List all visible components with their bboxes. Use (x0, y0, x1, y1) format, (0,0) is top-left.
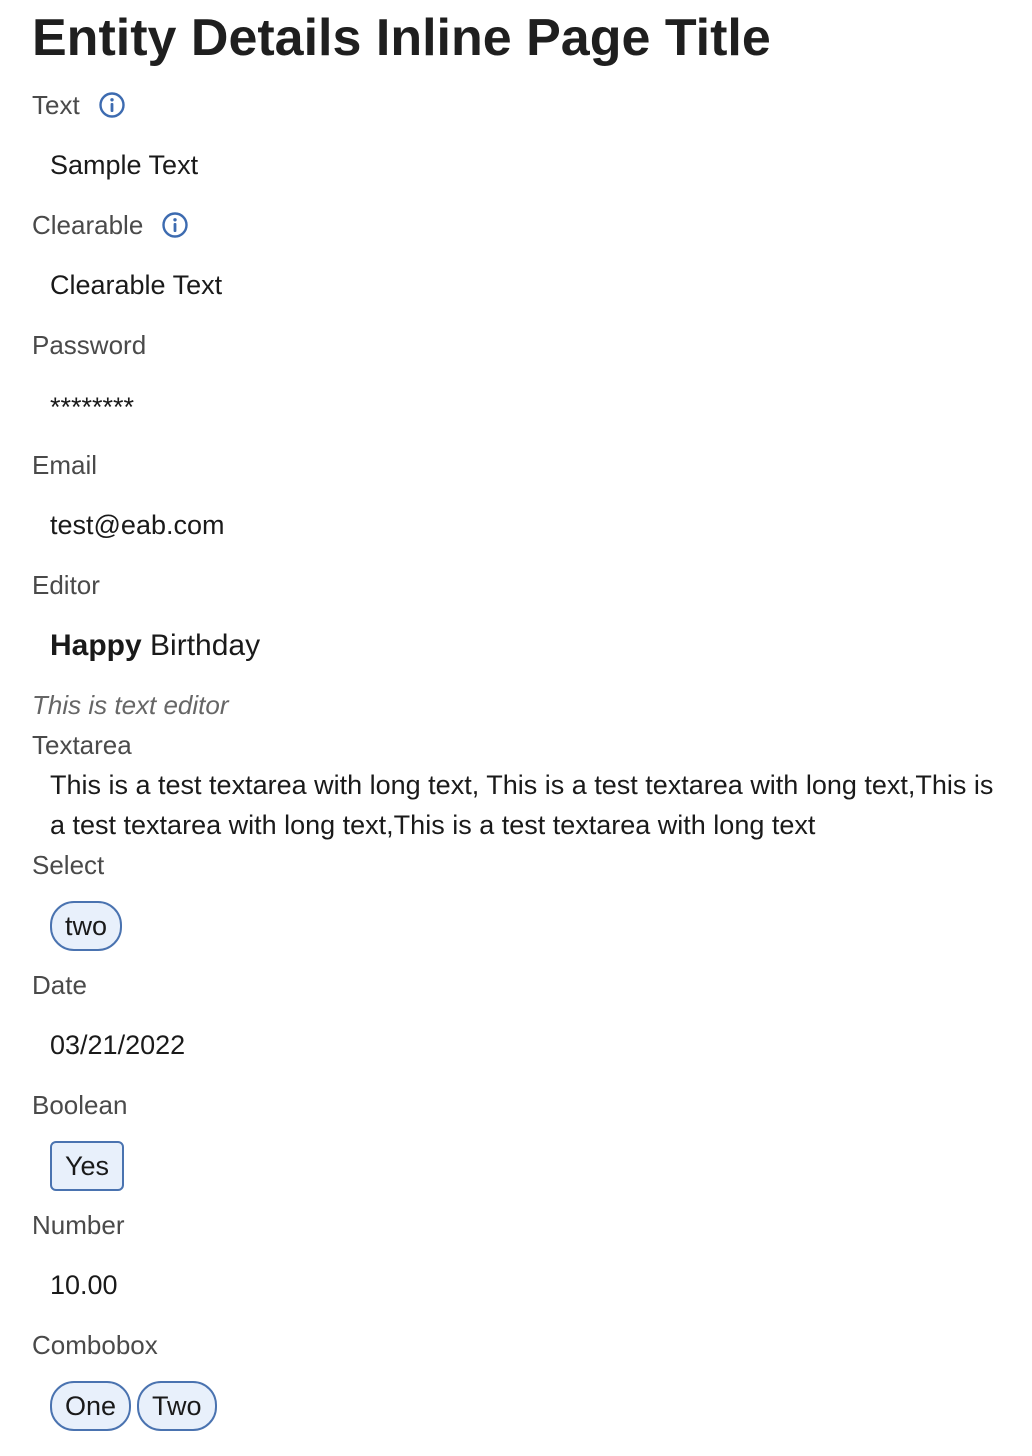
select-chip[interactable]: two (50, 901, 123, 951)
boolean-value[interactable]: Yes (50, 1141, 130, 1191)
number-label: Number (32, 1210, 125, 1240)
boolean-label: Boolean (32, 1090, 128, 1120)
number-value[interactable]: 10.00 (50, 1265, 118, 1305)
combobox-chip[interactable]: Two (137, 1381, 217, 1431)
combobox-chip[interactable]: One (50, 1381, 132, 1431)
boolean-chip[interactable]: Yes (50, 1141, 125, 1191)
editor-bold-text: Happy (50, 629, 142, 662)
combobox-value[interactable]: One Two (50, 1381, 223, 1431)
clearable-value[interactable]: Clearable Text (50, 265, 222, 305)
editor-hint: This is text editor (32, 690, 229, 720)
date-label: Date (32, 970, 87, 1000)
editor-plain-text: Birthday (141, 629, 261, 662)
clearable-label: Clearable (32, 210, 144, 240)
email-label: Email (32, 450, 98, 480)
email-value[interactable]: test@eab.com (50, 505, 225, 545)
editor-value[interactable]: Happy Birthday (50, 626, 260, 666)
combobox-label: Combobox (32, 1330, 158, 1360)
page-title: Entity Details Inline Page Title (32, 9, 771, 67)
info-icon[interactable] (161, 211, 189, 239)
text-value[interactable]: Sample Text (50, 145, 198, 185)
select-label: Select (32, 850, 105, 880)
textarea-label: Textarea (32, 730, 132, 760)
password-label: Password (32, 330, 147, 360)
select-value[interactable]: two (50, 901, 128, 951)
textarea-value[interactable]: This is a test textarea with long text, … (50, 765, 1000, 845)
clearable-field-label: Clearable (32, 209, 189, 241)
text-label: Text (32, 90, 80, 120)
text-field-label: Text (32, 89, 126, 121)
info-icon[interactable] (98, 91, 126, 119)
date-value[interactable]: 03/21/2022 (50, 1025, 185, 1065)
editor-label: Editor (32, 570, 100, 600)
password-value[interactable]: ******** (50, 387, 134, 427)
